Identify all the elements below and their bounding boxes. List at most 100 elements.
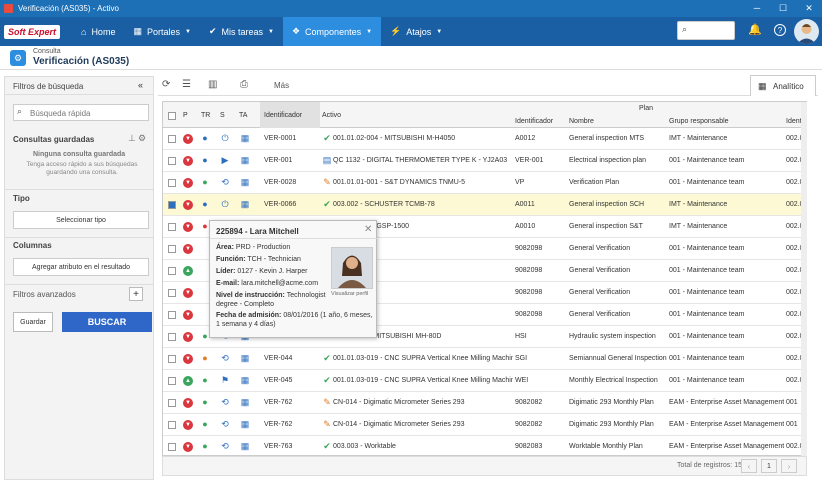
nav-tasks[interactable]: ✔ Mis tareas ▼ [200, 17, 283, 46]
status-icon: ⟲ [221, 353, 229, 363]
row-checkbox[interactable] [168, 245, 176, 253]
cell-identifier: VER-001 [264, 157, 293, 164]
table-row[interactable]: ▼ ● ⟲ ▦ VER-044 ✔ 001.01.03-019 - CNC SU… [163, 348, 806, 370]
help-icon[interactable]: ? [774, 24, 786, 36]
print-icon[interactable]: ⎙ [240, 79, 248, 90]
status-icon: ⟲ [221, 397, 229, 407]
select-all-checkbox[interactable] [168, 112, 176, 120]
priority-icon: ▲ [183, 376, 193, 386]
breadcrumb-sub[interactable]: Consulta [33, 48, 61, 55]
table-row[interactable]: ▼ ● ⟲ ▦ VER-763 ✔ 003.003 - Worktable 90… [163, 436, 806, 455]
row-checkbox[interactable] [168, 157, 176, 165]
global-search-input[interactable]: ⌕ [677, 21, 735, 40]
close-window-icon[interactable]: ✕ [796, 0, 822, 17]
saved-queries-title: Consultas guardadas [13, 135, 95, 144]
status-icon: ⏻ [221, 133, 229, 143]
nav-home[interactable]: ⌂ Home [72, 17, 124, 46]
grid-footer: Total de registros: 15 ‹ 1 › [162, 456, 807, 476]
cell-active: 001.01.03-019 - CNC SUPRA Vertical Knee … [333, 355, 513, 362]
asset-icon: ✔ [323, 375, 331, 385]
cell-identifier: VER-0066 [264, 201, 297, 208]
refresh-view-icon[interactable]: ⟳ [162, 79, 170, 90]
col-group[interactable]: Grupo responsable [669, 118, 729, 125]
table-row[interactable]: ▼ ● ▶ ▦ VER-001 ▤ QC 1132 - DIGITAL THER… [163, 150, 806, 172]
minimize-icon[interactable]: ─ [744, 0, 770, 17]
add-filter-button[interactable]: + [129, 287, 143, 301]
col-name[interactable]: Nombre [569, 118, 594, 125]
responsible-icon: ● [202, 155, 208, 165]
filter-columns-icon[interactable]: ☰ [182, 79, 191, 90]
breadcrumb: ⚙ Consulta Verificación (AS035) [0, 46, 822, 70]
col-identifier[interactable]: Identificador [264, 112, 302, 119]
row-checkbox[interactable] [168, 289, 176, 297]
select-type-button[interactable]: Seleccionar tipo [13, 211, 149, 229]
col-s[interactable]: S [220, 112, 225, 119]
cell-identifier: VER-044 [264, 355, 293, 362]
col-plan-identifier[interactable]: Identificador [515, 118, 553, 125]
row-checkbox[interactable] [168, 223, 176, 231]
row-checkbox[interactable] [168, 377, 176, 385]
priority-icon: ▼ [183, 156, 193, 166]
col-p[interactable]: P [183, 112, 188, 119]
row-checkbox[interactable] [168, 267, 176, 275]
row-checkbox[interactable] [168, 135, 176, 143]
cell-group: 001 - Maintenance team [669, 245, 745, 252]
no-saved-queries: Ninguna consulta guardada [33, 151, 126, 158]
prev-page-button[interactable]: ‹ [741, 459, 757, 473]
analytic-tab[interactable]: ▦ Analítico [750, 75, 816, 96]
save-button[interactable]: Guardar [13, 312, 53, 332]
row-checkbox[interactable] [168, 443, 176, 451]
window-title: Verificación (AS035) - Activo [18, 4, 119, 13]
bell-icon[interactable]: 🔔 [748, 23, 762, 36]
table-row[interactable]: ▲ ● ⚑ ▦ VER-045 ✔ 001.01.03-019 - CNC SU… [163, 370, 806, 392]
page-number[interactable]: 1 [761, 459, 777, 473]
cell-group: 001 - Maintenance team [669, 311, 745, 318]
responsible-icon: ● [202, 419, 208, 429]
home-icon: ⌂ [81, 26, 87, 37]
col-tr[interactable]: TR [201, 112, 210, 119]
maximize-icon[interactable]: ☐ [770, 0, 796, 17]
user-avatar[interactable] [794, 19, 819, 44]
nav-components[interactable]: ❖ Componentes ▼ [282, 17, 382, 46]
grid-scrollbar[interactable] [801, 102, 807, 456]
row-checkbox[interactable] [168, 333, 176, 341]
row-checkbox[interactable] [168, 311, 176, 319]
cell-group: EAM - Enterprise Asset Management [669, 421, 784, 428]
cell-plan-id: A0010 [515, 223, 536, 230]
cell-group: IMT - Maintenance [669, 201, 728, 208]
row-checkbox[interactable] [168, 355, 176, 363]
view-profile-link[interactable]: Visualizar perfil [331, 291, 368, 297]
advanced-filters-toggle[interactable]: Filtros avanzados [13, 290, 76, 299]
row-checkbox[interactable] [168, 201, 176, 209]
add-attribute-button[interactable]: Agregar atributo en el resultado [13, 258, 149, 276]
nav-portals[interactable]: ▦ Portales ▼ [124, 17, 200, 46]
cell-group: 001 - Maintenance team [669, 333, 745, 340]
table-row[interactable]: ▼ ● ⟲ ▦ VER-0028 ✎ 001.01.01-001 - S&T D… [163, 172, 806, 194]
table-row[interactable]: ▼ ● ⟲ ▦ VER-762 ✎ CN-014 - Digimatic Mic… [163, 392, 806, 414]
pin-icon[interactable]: ⊥ [128, 133, 136, 144]
grid-icon: ▦ [133, 26, 142, 36]
quick-search-input[interactable]: Búsqueda rápida [13, 104, 149, 121]
col-ta[interactable]: TA [239, 112, 247, 119]
gear-icon[interactable]: ⚙ [138, 133, 146, 144]
brand-logo: Soft Expert [0, 17, 72, 46]
collapse-icon[interactable]: « [138, 80, 143, 90]
cell-name: Electrical inspection plan [569, 157, 647, 164]
search-button[interactable]: BUSCAR [62, 312, 152, 332]
more-menu[interactable]: Más [274, 81, 289, 90]
chevron-down-icon: ▼ [185, 28, 191, 35]
table-row[interactable]: ▼ ● ⟲ ▦ VER-762 ✎ CN-014 - Digimatic Mic… [163, 414, 806, 436]
table-row[interactable]: ▼ ● ⏻ ▦ VER-0066 ✔ 003.002 - SCHUSTER TC… [163, 194, 806, 216]
cell-group: EAM - Enterprise Asset Management [669, 443, 784, 450]
nav-shortcuts[interactable]: ⚡ Atajos ▼ [381, 17, 451, 46]
table-row[interactable]: ▼ ● ⏻ ▦ VER-0001 ✔ 001.01.02-004 - MITSU… [163, 128, 806, 150]
profile-photo[interactable] [331, 247, 373, 289]
cell-name: General inspection SCH [569, 201, 645, 208]
next-page-button[interactable]: › [781, 459, 797, 473]
row-checkbox[interactable] [168, 399, 176, 407]
row-checkbox[interactable] [168, 179, 176, 187]
col-active[interactable]: Activo [322, 112, 341, 119]
chart-icon[interactable]: ▥ [208, 79, 217, 90]
row-checkbox[interactable] [168, 421, 176, 429]
close-icon[interactable]: ✕ [364, 224, 372, 235]
